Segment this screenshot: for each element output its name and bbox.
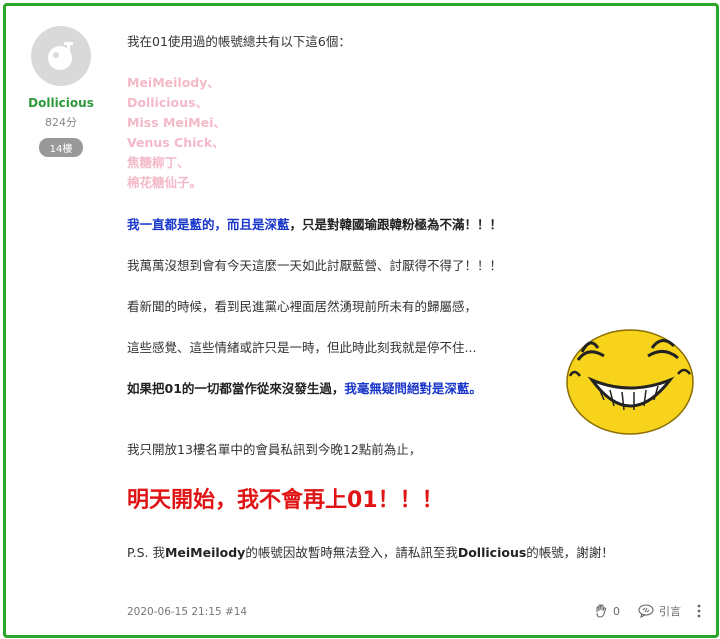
ps-text: 的帳號因故暫時無法登入，請私訊至我 [245, 545, 458, 560]
account-name: 棉花糖仙子。 [127, 175, 203, 190]
intro-text: 我在01使用過的帳號總共有以下這6個： [127, 34, 351, 49]
clap-hand-icon [596, 604, 607, 618]
quote-button[interactable]: 引言 [638, 603, 681, 619]
avatar[interactable] [31, 26, 91, 86]
statement-line-1: 我一直都是藍的，而且是深藍，只是對韓國瑜跟韓粉極為不滿！！！ [127, 214, 502, 233]
statement-line-2: 我萬萬沒想到會有今天這麼一天如此討厭藍營、討厭得不得了！！！ [127, 258, 503, 273]
statement-line-3: 看新聞的時候，看到民進黨心裡面居然湧現前所未有的歸屬感， [127, 299, 478, 314]
more-button[interactable] [697, 604, 706, 618]
post-actions: 0 引言 [580, 603, 706, 619]
like-button[interactable]: 0 [594, 604, 620, 618]
author-score: 824分 [45, 116, 77, 129]
blue-text: 我一直都是藍的，而且是深藍 [127, 217, 290, 232]
ps-text: 的帳號，謝謝！ [526, 545, 614, 560]
ps-account: Dollicious [457, 545, 527, 560]
post-meta: 2020-06-15 21:15 #14 [127, 606, 248, 618]
bold-text: 如果把01的一切都當作從來沒發生過， [127, 381, 345, 396]
blue-text: 我毫無疑問絕對是深藍 [344, 381, 470, 396]
more-vertical-icon [697, 604, 701, 618]
account-name: Dollicious、 [127, 95, 208, 110]
ps-text: P.S. 我 [127, 545, 165, 560]
account-name: Miss MeiMei、 [127, 115, 226, 130]
account-name: 焦糖柳丁、 [127, 155, 190, 170]
floor-badge: 14樓 [38, 138, 84, 157]
default-avatar-icon [48, 42, 73, 70]
post-frame: Dollicious 824分 14樓 我在01使用過的帳號總共有以下這6個： … [3, 3, 719, 638]
author-name[interactable]: Dollicious [18, 96, 104, 110]
quote-label: 引言 [659, 605, 681, 618]
headline: 明天開始，我不會再上01！！！ [127, 488, 444, 513]
blue-text: 。 [469, 381, 482, 396]
statement-line-6: 我只開放13樓名單中的會員私訊到今晚12點前為止， [127, 442, 422, 457]
ps-account: MeiMeilody [164, 545, 246, 560]
author-panel: Dollicious 824分 14樓 [18, 26, 104, 157]
quote-icon [638, 604, 654, 618]
laughing-face-icon [566, 329, 694, 435]
bold-text: ，只是對韓國瑜跟韓粉極為不滿！！！ [289, 217, 503, 232]
statement-line-4: 這些感覺、這些情緒或許只是一時，但此時此刻我就是停不住... [127, 340, 477, 355]
account-name: Venus Chick、 [127, 135, 225, 150]
ps-line: P.S. 我MeiMeilody的帳號因故暫時無法登入，請私訊至我Dollici… [127, 542, 614, 561]
like-count: 0 [613, 604, 620, 618]
account-name: MeiMeilody、 [127, 75, 220, 90]
statement-line-5: 如果把01的一切都當作從來沒發生過，我毫無疑問絕對是深藍。 [127, 378, 482, 397]
